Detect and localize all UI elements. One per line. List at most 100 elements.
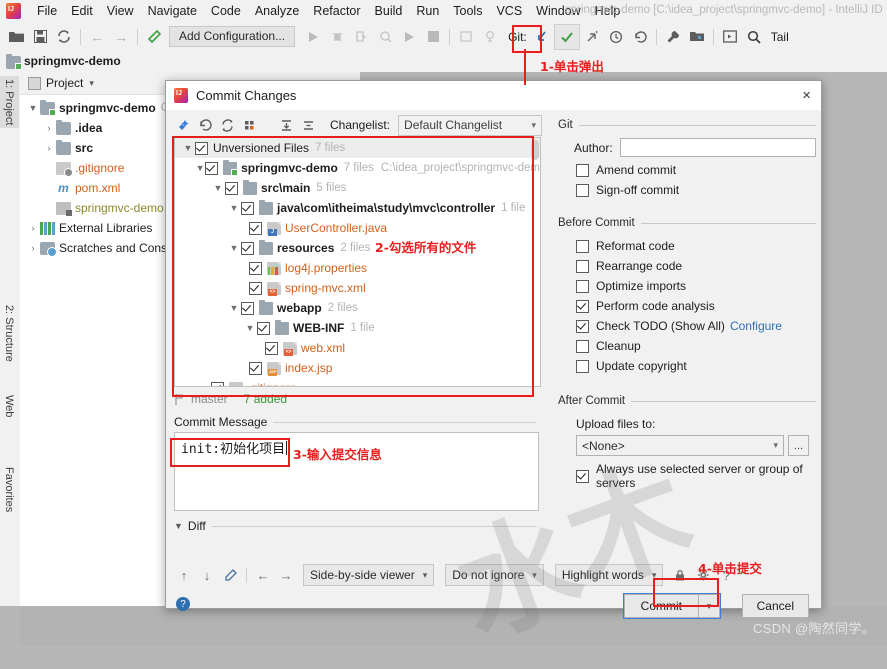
attach-icon[interactable] xyxy=(478,25,502,49)
forward-arrow-icon[interactable]: → xyxy=(109,25,133,49)
update-copyright-row[interactable]: Update copyright xyxy=(558,359,816,373)
tree-row-gitignore[interactable]: .gitignore xyxy=(175,378,540,386)
perform-code-analysis-row[interactable]: Perform code analysis xyxy=(558,299,816,313)
commit-split-button[interactable]: Commit ▾ xyxy=(622,593,721,619)
menu-refactor[interactable]: Refactor xyxy=(306,2,367,20)
arrow-left-icon[interactable]: ← xyxy=(253,565,273,585)
collapse-all-icon[interactable] xyxy=(298,115,318,135)
checkbox[interactable] xyxy=(257,321,270,335)
chevron-down-icon[interactable]: ▾ xyxy=(89,78,94,89)
viewer-select[interactable]: Side-by-side viewer ▾ xyxy=(303,564,435,586)
chevron-expanded-icon[interactable]: ▼ xyxy=(26,103,40,113)
menu-bar[interactable]: File Edit View Navigate Code Analyze Ref… xyxy=(30,2,627,20)
build-hammer-icon[interactable] xyxy=(142,25,166,49)
update-project-icon[interactable] xyxy=(530,25,554,49)
changes-file-tree[interactable]: ▼ Unversioned Files 7 files ▼ springmvc-… xyxy=(174,137,541,387)
checkbox[interactable] xyxy=(576,469,589,483)
menu-edit[interactable]: Edit xyxy=(64,2,100,20)
checkbox[interactable] xyxy=(576,279,589,293)
checkbox[interactable] xyxy=(576,299,589,313)
changelist-select[interactable]: Default Changelist ▾ xyxy=(398,114,542,136)
tree-row-spring-mvc-xml[interactable]: <> spring-mvc.xml xyxy=(175,278,540,298)
tree-scrollbar[interactable] xyxy=(531,140,539,160)
checkbox[interactable] xyxy=(576,359,589,373)
menu-file[interactable]: File xyxy=(30,2,64,20)
menu-run[interactable]: Run xyxy=(409,2,446,20)
checkbox[interactable] xyxy=(225,181,238,195)
checkbox[interactable] xyxy=(195,141,208,155)
tree-row-webapp[interactable]: ▼ webapp 2 files xyxy=(175,298,540,318)
chevron-expanded-icon[interactable]: ▼ xyxy=(227,303,241,313)
run-coverage-icon[interactable] xyxy=(349,25,373,49)
rearrange-code-row[interactable]: Rearrange code xyxy=(558,259,816,273)
chevron-collapsed-icon[interactable]: › xyxy=(26,223,40,233)
ignore-select[interactable]: Do not ignore ▾ xyxy=(445,564,544,586)
menu-vcs[interactable]: VCS xyxy=(489,2,529,20)
upload-target-select[interactable]: <None> ▾ xyxy=(576,435,784,456)
back-arrow-icon[interactable]: ← xyxy=(85,25,109,49)
cancel-button[interactable]: Cancel xyxy=(741,594,809,618)
checkbox[interactable] xyxy=(249,361,262,375)
checkbox[interactable] xyxy=(249,281,262,295)
chevron-expanded-icon[interactable]: ▼ xyxy=(227,203,241,213)
tree-row-java-controller[interactable]: ▼ java\com\itheima\study\mvc\controller … xyxy=(175,198,540,218)
tree-row-web-inf[interactable]: ▼ WEB-INF 1 file xyxy=(175,318,540,338)
checkbox[interactable] xyxy=(241,241,254,255)
checkbox[interactable] xyxy=(249,221,262,235)
menu-analyze[interactable]: Analyze xyxy=(248,2,306,20)
add-configuration-button[interactable]: Add Configuration... xyxy=(169,26,296,47)
chevron-collapsed-icon[interactable]: › xyxy=(26,243,40,253)
checkbox[interactable] xyxy=(576,163,589,177)
checkbox[interactable] xyxy=(576,239,589,253)
install-icon[interactable] xyxy=(454,25,478,49)
tree-row-usercontroller-java[interactable]: J UserController.java xyxy=(175,218,540,238)
commit-checkmark-icon[interactable] xyxy=(553,23,580,50)
amend-commit-row[interactable]: Amend commit xyxy=(558,163,816,177)
signoff-commit-row[interactable]: Sign-off commit xyxy=(558,183,816,197)
help-icon[interactable]: ? xyxy=(176,597,190,611)
run-config-icon[interactable] xyxy=(718,25,742,49)
sidebar-tab-favorites[interactable]: Favorites xyxy=(0,464,19,515)
checkbox[interactable] xyxy=(241,301,254,315)
menu-navigate[interactable]: Navigate xyxy=(141,2,204,20)
run-icon[interactable] xyxy=(301,25,325,49)
author-field[interactable] xyxy=(619,138,816,157)
tree-row-springmvc-demo[interactable]: ▼ springmvc-demo 7 files C:\idea_project… xyxy=(175,158,540,178)
chevron-expanded-icon[interactable]: ▼ xyxy=(181,143,195,153)
check-todo-row[interactable]: Check TODO (Show All) Configure xyxy=(558,319,816,333)
tree-row-src-main[interactable]: ▼ src\main 5 files xyxy=(175,178,540,198)
debug-icon[interactable] xyxy=(325,25,349,49)
close-icon[interactable]: × xyxy=(802,87,811,104)
profile-icon[interactable] xyxy=(373,25,397,49)
reformat-code-row[interactable]: Reformat code xyxy=(558,239,816,253)
run-alt-icon[interactable] xyxy=(397,25,421,49)
browse-button[interactable]: ... xyxy=(788,435,809,456)
menu-build[interactable]: Build xyxy=(368,2,410,20)
tail-label[interactable]: Tail xyxy=(771,30,789,44)
wrench-icon[interactable] xyxy=(661,25,685,49)
edit-pencil-icon[interactable] xyxy=(220,565,240,585)
tree-row-log4j-properties[interactable]: log4j.properties xyxy=(175,258,540,278)
search-everywhere-icon[interactable] xyxy=(742,25,766,49)
tree-row-unversioned-files[interactable]: ▼ Unversioned Files 7 files xyxy=(175,138,540,158)
push-icon[interactable] xyxy=(580,25,604,49)
chevron-down-icon[interactable]: ▾ xyxy=(699,594,720,618)
checkbox[interactable] xyxy=(576,339,589,353)
lock-icon[interactable] xyxy=(670,565,690,585)
cleanup-row[interactable]: Cleanup xyxy=(558,339,816,353)
checkbox[interactable] xyxy=(249,261,262,275)
chevron-expanded-icon[interactable]: ▼ xyxy=(243,323,257,333)
menu-tools[interactable]: Tools xyxy=(446,2,489,20)
history-clock-icon[interactable] xyxy=(604,25,628,49)
checkbox[interactable] xyxy=(241,201,254,215)
diff-section-header[interactable]: ▼ Diff xyxy=(174,519,542,533)
checkbox[interactable] xyxy=(211,381,224,386)
rollback-icon[interactable] xyxy=(628,25,652,49)
checkbox[interactable] xyxy=(205,161,219,175)
sidebar-tab-project[interactable]: 1: Project xyxy=(0,76,19,129)
project-structure-icon[interactable] xyxy=(685,25,709,49)
group-by-icon[interactable] xyxy=(239,115,259,135)
chevron-expanded-icon[interactable]: ▼ xyxy=(195,163,205,173)
save-all-icon[interactable] xyxy=(28,25,52,49)
checkbox[interactable] xyxy=(576,183,589,197)
